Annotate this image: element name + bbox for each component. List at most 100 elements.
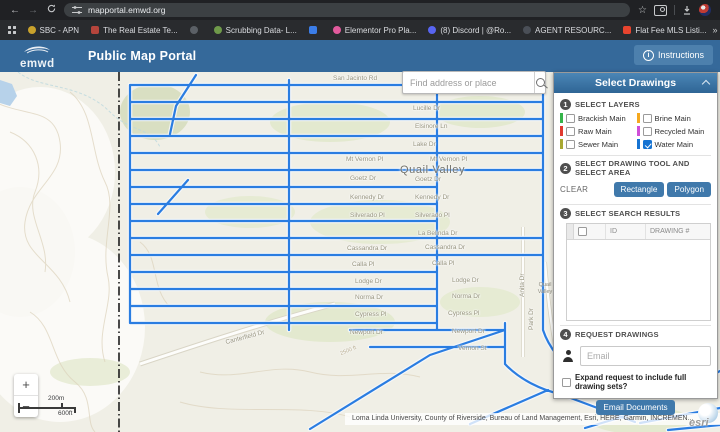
bookmark-favicon <box>28 26 36 34</box>
section-request-drawings: 4 REQUEST DRAWINGS <box>560 325 711 342</box>
app-header: emwd Public Map Portal i Instructions <box>0 40 720 72</box>
street-label: Park Dr <box>528 308 535 330</box>
emwd-logo[interactable]: emwd <box>20 43 55 72</box>
bookmark-item[interactable]: (8) Discord | @Ro... <box>428 26 511 35</box>
column-drawing: DRAWING # <box>646 224 710 239</box>
divider <box>674 5 675 15</box>
column-id: ID <box>606 224 646 239</box>
place-label: Quail Valley <box>400 164 465 176</box>
url-text: mapportal.emwd.org <box>88 5 165 15</box>
bookmark-item[interactable] <box>309 26 321 34</box>
select-all-checkbox[interactable] <box>578 227 587 236</box>
street-label: Cypress Pl <box>448 310 479 317</box>
bookmark-favicon <box>309 26 317 34</box>
results-table-body <box>567 240 710 320</box>
layer-checkbox-grid: Brackish Main Raw Main Sewer Main Br <box>560 112 711 153</box>
collapse-chevron-icon[interactable] <box>702 80 710 88</box>
bookmark-item[interactable]: The Real Estate Te... <box>91 26 178 35</box>
bookmarks-bar: SBC - APN The Real Estate Te... Scrubbin… <box>0 20 720 40</box>
bookmark-item[interactable]: Scrubbing Data- L... <box>214 26 297 35</box>
bookmark-favicon <box>523 26 531 34</box>
street-label: Kennedy Dr <box>415 194 449 201</box>
clear-button[interactable]: CLEAR <box>560 185 588 194</box>
reload-icon[interactable] <box>42 4 60 16</box>
scale-imperial-label: 600ft <box>58 410 72 417</box>
layer-checkbox[interactable] <box>643 127 652 136</box>
omnibox[interactable]: mapportal.emwd.org <box>64 3 630 17</box>
bookmark-item[interactable]: AGENT RESOURC... <box>523 26 611 35</box>
bookmark-item[interactable]: SBC - APN <box>28 26 80 35</box>
panel-title: Select Drawings <box>595 77 676 89</box>
street-label: Mt Vernon Pl <box>430 156 467 163</box>
scale-metric-label: 200m <box>48 395 64 402</box>
layer-checkbox-checked[interactable] <box>643 140 652 149</box>
street-label: Cassandra Dr <box>425 244 465 251</box>
street-label: San Jacinto Rd <box>333 75 377 82</box>
download-icon[interactable] <box>682 5 692 15</box>
rectangle-tool-button[interactable]: Rectangle <box>614 182 665 197</box>
step-badge: 3 <box>560 208 571 219</box>
profile-avatar[interactable] <box>699 4 711 16</box>
layer-brackish-main[interactable]: Brackish Main <box>560 113 635 123</box>
email-documents-button[interactable]: Email Documents <box>596 400 674 415</box>
layer-color-swatch <box>637 113 640 123</box>
emwd-swoosh-icon <box>22 43 52 54</box>
layer-checkbox[interactable] <box>566 127 575 136</box>
select-drawings-panel: Select Drawings 1 SELECT LAYERS Brackish… <box>553 72 718 399</box>
layer-sewer-main[interactable]: Sewer Main <box>560 139 635 149</box>
tool-row: CLEAR Rectangle Polygon <box>560 179 711 202</box>
layer-checkbox[interactable] <box>643 114 652 123</box>
street-label: Anita Dr <box>519 274 526 297</box>
street-label: Lake Dr <box>413 141 436 148</box>
back-icon[interactable]: ← <box>6 5 24 16</box>
instructions-button[interactable]: i Instructions <box>634 45 713 65</box>
bookmark-item[interactable]: Elementor Pro Pla... <box>333 26 417 35</box>
browser-address-bar: ← → mapportal.emwd.org ☆ ⋮ <box>0 0 720 20</box>
expand-request-checkbox[interactable] <box>562 378 571 387</box>
layer-checkbox[interactable] <box>566 140 575 149</box>
row-handle-gutter <box>567 224 574 239</box>
page-title: Public Map Portal <box>88 49 196 63</box>
layer-water-main[interactable]: Water Main <box>637 139 712 149</box>
panel-header[interactable]: Select Drawings <box>554 73 717 93</box>
layer-color-swatch <box>637 139 640 149</box>
street-label: Kennedy Dr <box>350 194 384 201</box>
street-label: Silverado Pl <box>415 212 450 219</box>
bookmark-favicon <box>190 26 198 34</box>
forward-icon[interactable]: → <box>24 5 42 16</box>
bookmark-star-icon[interactable]: ☆ <box>638 5 647 16</box>
street-label: Newport Dr <box>350 329 383 336</box>
street-label: Silverado Pl <box>350 212 385 219</box>
person-icon <box>562 350 574 362</box>
bookmarks-overflow-chevron[interactable]: » <box>713 25 718 35</box>
bookmark-item[interactable] <box>190 26 202 34</box>
expand-row: Expand request to include full drawing s… <box>560 371 711 395</box>
bookmark-favicon <box>623 26 631 34</box>
search-input[interactable] <box>403 72 534 93</box>
search-icon <box>536 78 545 87</box>
layer-checkbox[interactable] <box>566 114 575 123</box>
email-field[interactable] <box>580 346 711 366</box>
polygon-tool-button[interactable]: Polygon <box>667 182 711 197</box>
side-search-icon[interactable] <box>654 5 667 16</box>
bookmark-favicon <box>333 26 341 34</box>
results-table: ID DRAWING # <box>566 223 711 321</box>
layer-recycled-main[interactable]: Recycled Main <box>637 126 712 136</box>
street-label: Cypress Pl <box>355 311 386 318</box>
street-label: Norma Dr <box>452 293 480 300</box>
bookmark-item[interactable]: Flat Fee MLS Listi... <box>623 26 706 35</box>
screen: { "browser": { "url": "mapportal.emwd.or… <box>0 0 720 432</box>
layer-raw-main[interactable]: Raw Main <box>560 126 635 136</box>
street-label: Goetz Dr <box>415 176 441 183</box>
info-icon: i <box>643 50 654 61</box>
step-badge: 1 <box>560 99 571 110</box>
street-label: La Belinda Dr <box>418 230 457 237</box>
step-badge: 4 <box>560 329 571 340</box>
apps-grid-icon[interactable] <box>8 26 16 34</box>
layer-brine-main[interactable]: Brine Main <box>637 113 712 123</box>
site-info-icon[interactable] <box>72 6 82 14</box>
search-button[interactable] <box>534 72 545 93</box>
layer-color-swatch <box>560 113 563 123</box>
zoom-in-button[interactable]: + <box>14 374 38 396</box>
results-table-header: ID DRAWING # <box>567 224 710 240</box>
